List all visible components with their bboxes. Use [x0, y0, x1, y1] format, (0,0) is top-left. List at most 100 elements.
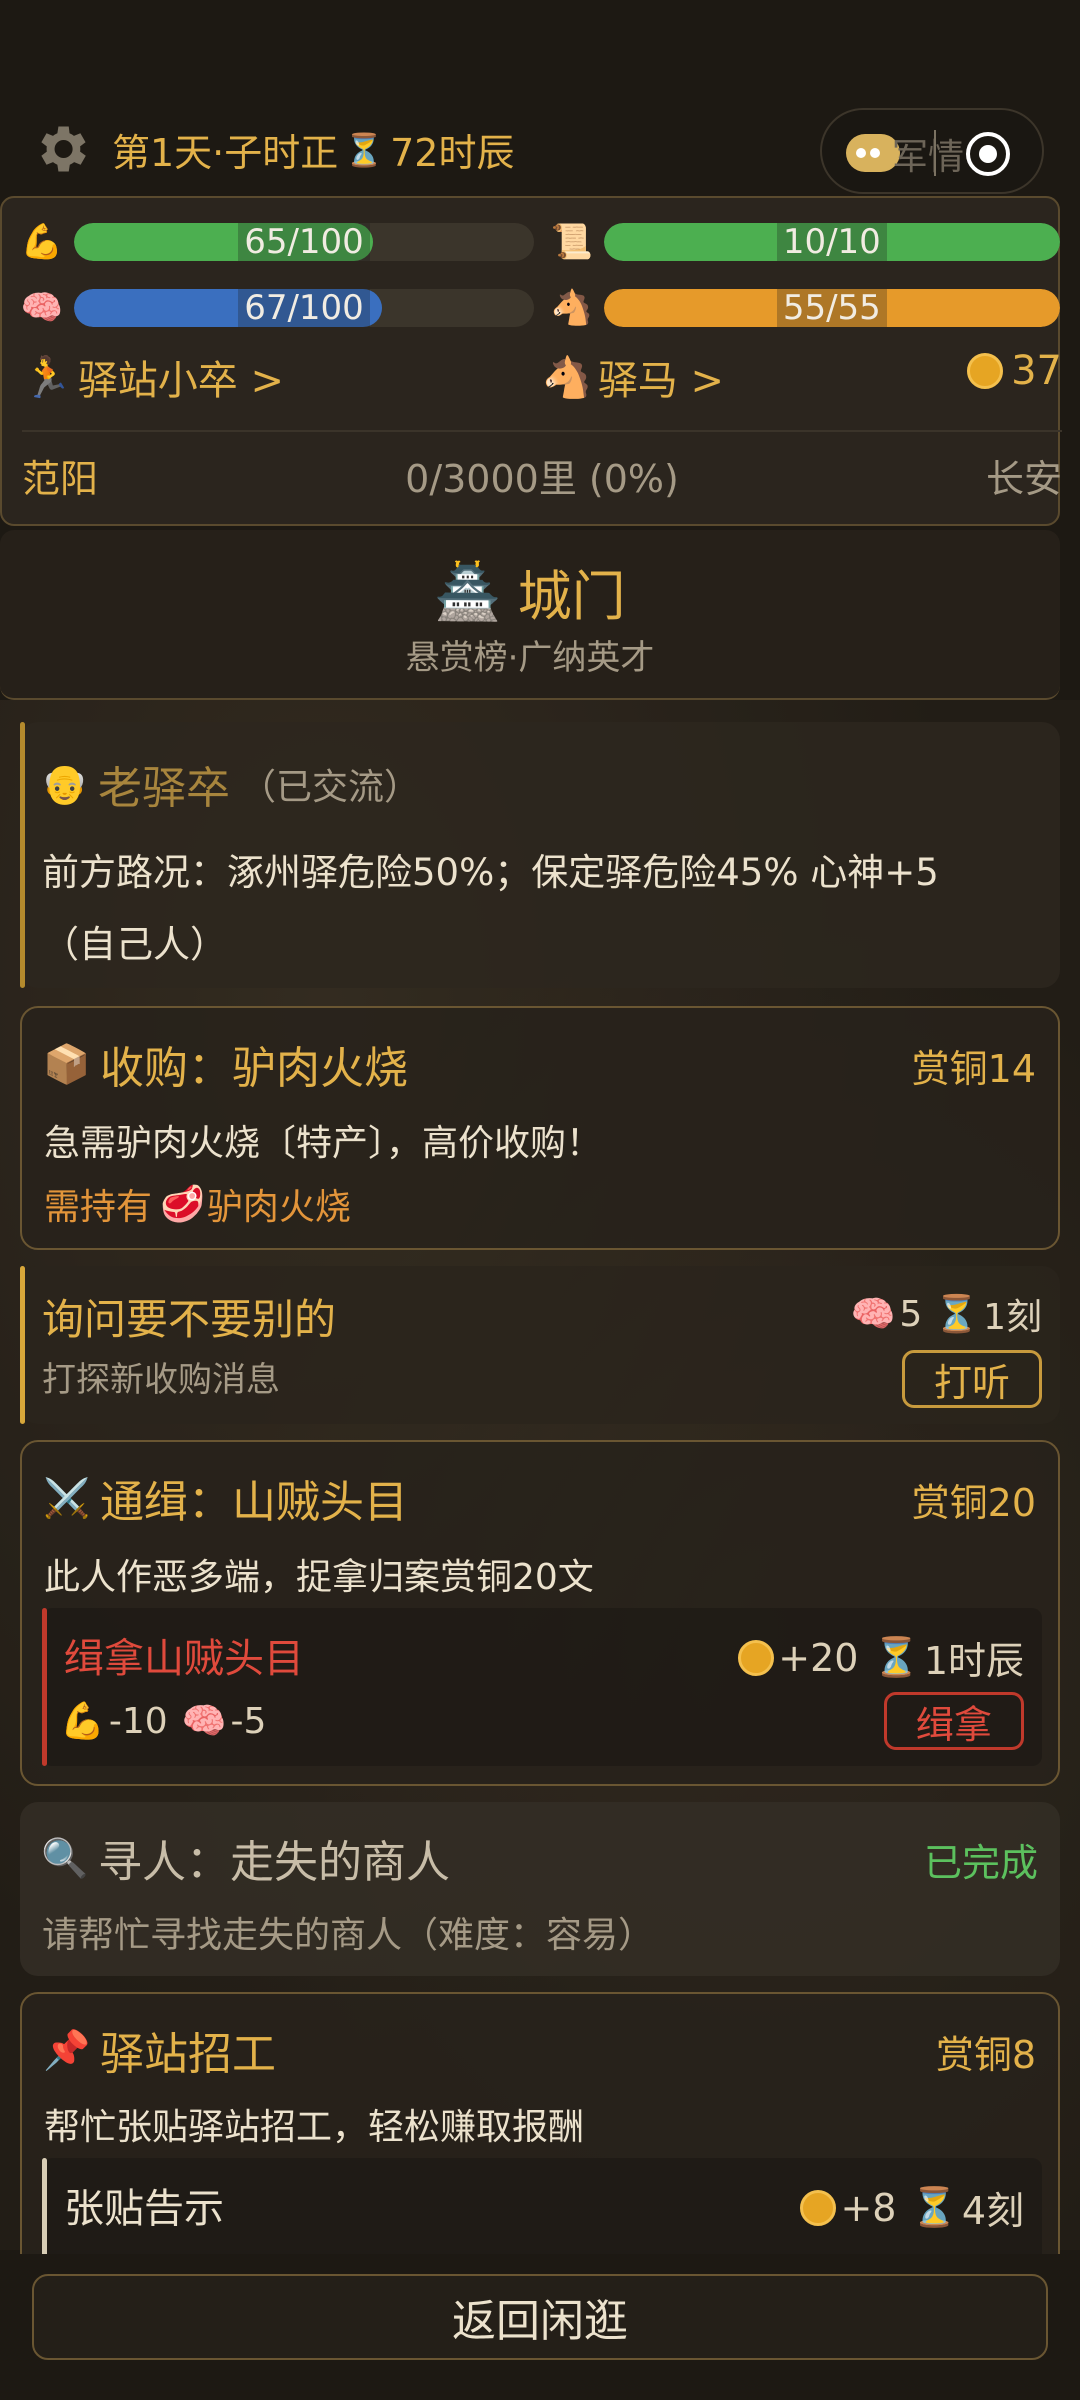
post-notice-title: 张贴告示: [64, 2186, 224, 2232]
ask-cost-time: 1刻: [983, 1297, 1042, 1338]
capture-gain: +20 ⏳ 1时辰: [738, 1630, 1024, 1685]
npc-name: 老驿卒: [98, 763, 230, 814]
day-time-label: 第1天·子时正: [112, 131, 339, 175]
route-divider: [22, 430, 1062, 432]
status-card: 💪 65/100 📜 10/10 🧠 67/100 🐴 55/55 🏃 驿站小卒…: [0, 196, 1062, 526]
role-link-label: 驿站小卒 >: [77, 358, 285, 404]
action-accent: [42, 1608, 47, 1766]
quest-find-desc: 请帮忙寻找走失的商人（难度：容易）: [42, 1915, 655, 1956]
coin-count: 37: [1011, 348, 1062, 394]
flexed-biceps-icon: 💪: [60, 1701, 105, 1742]
meat-icon: 🥩: [160, 1184, 205, 1225]
magnifier-icon: 🔍: [41, 1835, 89, 1880]
route-to: 长安: [985, 457, 1062, 501]
castle-icon: 🏯: [434, 559, 502, 623]
quest-recruit-reward: 赏铜8: [935, 2033, 1036, 2077]
scroll-value: 10/10: [776, 223, 887, 261]
inquire-button[interactable]: 打听: [902, 1350, 1042, 1408]
quest-find-title: 寻人：走失的商人: [98, 1837, 450, 1888]
role-link[interactable]: 🏃 驿站小卒 >: [22, 348, 284, 406]
card-accent: [20, 722, 25, 988]
quest-wanted-reward: 赏铜20: [911, 1481, 1036, 1525]
post-notice-gain: +8 ⏳ 4刻: [800, 2180, 1024, 2235]
npc-text-1: 前方路况：涿州驿危险50%；保定驿危险45% 心神+5: [42, 851, 939, 894]
scroll-bar: 10/10: [603, 223, 1060, 261]
mind-bar: 67/100: [74, 289, 534, 327]
ask-desc: 打探新收购消息: [42, 1360, 280, 1400]
strength-stat: 💪 65/100: [20, 222, 540, 262]
mount-link-label: 驿马 >: [597, 358, 725, 404]
strength-bar: 65/100: [74, 223, 534, 261]
horse-bar: 55/55: [603, 289, 1060, 327]
miniapp-capsule[interactable]: 军情: [820, 108, 1044, 194]
capture-cost-strength: -10: [108, 1700, 168, 1742]
place-header: 🏯 城门 悬赏榜·广纳英才: [0, 530, 1060, 700]
links-row: 🏃 驿站小卒 > 🐴 驿马 > 37: [22, 348, 1062, 408]
require-prefix: 需持有: [44, 1187, 153, 1228]
require-item: 驴肉火烧: [206, 1187, 351, 1228]
ask-card: 询问要不要别的 打探新收购消息 🧠 5 ⏳ 1刻 打听: [20, 1266, 1060, 1424]
horse-icon: 🐴: [550, 288, 593, 328]
place-title: 🏯 城门: [0, 552, 1060, 631]
quest-wanted-title: 通缉：山贼头目: [100, 1477, 408, 1528]
capture-cost: 💪 -10 🧠 -5: [60, 1700, 266, 1743]
route-progress: 0/3000里 (0%) 范阳 长安: [22, 448, 1062, 508]
quest-buy-requirement: 需持有 🥩 驴肉火烧: [44, 1178, 351, 1230]
runner-icon: 🏃: [22, 354, 72, 401]
pushpin-icon: 📌: [43, 2027, 91, 2072]
quest-buy-title: 收购：驴肉火烧: [100, 1043, 408, 1094]
hourglass-icon: ⏳: [934, 1294, 980, 1335]
horse-value: 55/55: [776, 289, 887, 327]
bottom-bar: 返回闲逛: [0, 2254, 1080, 2400]
ask-cost-mind: 5: [899, 1293, 923, 1335]
close-miniapp-icon[interactable]: [966, 132, 1010, 176]
place-subtitle: 悬赏榜·广纳英才: [405, 638, 655, 678]
hourglass-icon: ⏳: [344, 130, 385, 169]
strength-value: 65/100: [238, 223, 370, 261]
horse-stat: 🐴 55/55: [550, 288, 1060, 328]
time-status: 第1天·子时正 ⏳ 72时辰: [112, 122, 514, 177]
capture-button[interactable]: 缉拿: [884, 1692, 1024, 1750]
top-bar: 第1天·子时正 ⏳ 72时辰 军情: [0, 100, 1080, 196]
hours-left-label: 72时辰: [390, 131, 515, 175]
flexed-biceps-icon: 💪: [20, 222, 64, 262]
npc-status: （已交流）: [240, 767, 421, 808]
quest-find-card[interactable]: 🔍 寻人：走失的商人 已完成 请帮忙寻找走失的商人（难度：容易）: [20, 1802, 1060, 1976]
coin-icon: [738, 1639, 775, 1676]
scroll-icon: 📜: [550, 222, 593, 262]
hourglass-icon: ⏳: [910, 2185, 958, 2229]
old-man-icon: 👴: [41, 761, 89, 806]
coin-icon: [800, 2189, 837, 2226]
quest-find-header: 🔍 寻人：走失的商人: [41, 1826, 450, 1890]
mount-link[interactable]: 🐴 驿马 >: [542, 348, 724, 406]
capture-title: 缉拿山贼头目: [64, 1636, 304, 1682]
coin-balance: 37: [967, 348, 1062, 394]
npc-header: 👴 老驿卒 （已交流）: [41, 752, 421, 816]
capsule-divider: [934, 130, 936, 176]
mind-stat: 🧠 67/100: [20, 288, 540, 328]
route-from: 范阳: [22, 457, 99, 501]
post-notice-gain-coins: +8: [840, 2185, 897, 2230]
quest-buy-reward: 赏铜14: [911, 1047, 1036, 1091]
quest-recruit-card[interactable]: 📌 驿站招工 赏铜8 帮忙张贴驿站招工，轻松赚取报酬 张贴告示 +8 ⏳ 4刻: [20, 1992, 1060, 2292]
quest-buy-card[interactable]: 📦 收购：驴肉火烧 赏铜14 急需驴肉火烧〔特产〕，高价收购！ 需持有 🥩 驴肉…: [20, 1006, 1060, 1250]
quest-buy-header: 📦 收购：驴肉火烧: [43, 1032, 408, 1096]
brain-icon: 🧠: [181, 1701, 227, 1742]
return-button[interactable]: 返回闲逛: [32, 2274, 1048, 2360]
horse-icon: 🐴: [542, 354, 592, 401]
coin-icon: [967, 353, 1004, 389]
ask-cost: 🧠 5 ⏳ 1刻: [851, 1288, 1042, 1340]
quest-recruit-desc: 帮忙张贴驿站招工，轻松赚取报酬: [44, 2107, 585, 2148]
quest-wanted-desc: 此人作恶多端，捉拿归案赏铜20文: [44, 1557, 594, 1598]
crossed-swords-icon: ⚔️: [43, 1475, 91, 1520]
quest-wanted-card[interactable]: ⚔️ 通缉：山贼头目 赏铜20 此人作恶多端，捉拿归案赏铜20文 缉拿山贼头目 …: [20, 1440, 1060, 1786]
npc-card[interactable]: 👴 老驿卒 （已交流） 前方路况：涿州驿危险50%；保定驿危险45% 心神+5 …: [20, 722, 1060, 988]
capture-action: 缉拿山贼头目 💪 -10 🧠 -5 +20 ⏳ 1时辰 缉拿: [42, 1608, 1042, 1766]
capture-gain-coins: +20: [778, 1635, 859, 1680]
quest-recruit-title: 驿站招工: [100, 2029, 276, 2080]
hourglass-icon: ⏳: [872, 1635, 920, 1679]
quest-wanted-header: ⚔️ 通缉：山贼头目: [43, 1466, 408, 1530]
route-distance: 0/3000里 (0%): [405, 457, 679, 501]
mind-value: 67/100: [238, 289, 370, 327]
gear-icon[interactable]: [30, 118, 92, 180]
